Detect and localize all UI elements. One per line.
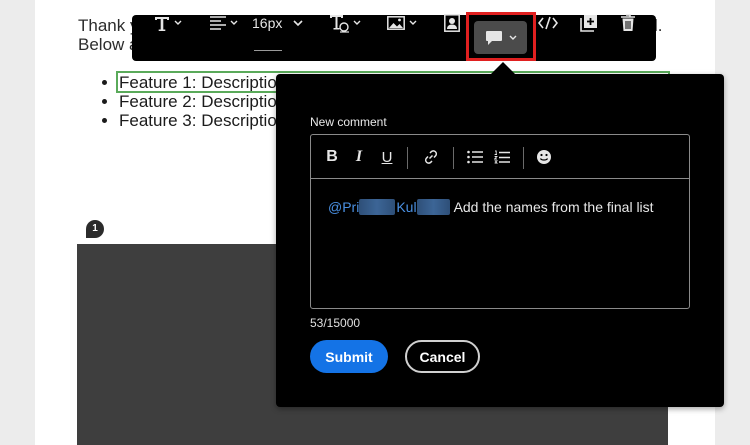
bullet-list-button[interactable] (464, 135, 486, 179)
divider (523, 147, 524, 169)
bullet-list-icon (467, 150, 483, 164)
numbered-list-button[interactable] (491, 135, 513, 179)
chevron-down-icon (174, 20, 182, 25)
chevron-down-icon (230, 20, 238, 25)
redacted-name (416, 199, 450, 215)
font-size-dropdown[interactable]: 16px (252, 0, 310, 46)
doc-paragraph: Thank y Below a (78, 16, 138, 54)
editor-format-bar: B I U (311, 135, 689, 179)
submit-button[interactable]: Submit (310, 340, 388, 373)
emoji-icon (537, 150, 551, 164)
image-icon (387, 16, 405, 30)
portrait-button[interactable] (440, 0, 464, 46)
character-counter: 53/15000 (310, 316, 361, 330)
chevron-down-icon (293, 19, 303, 26)
comment-text-area[interactable]: @Pri Kul Add the names from the final li… (328, 199, 654, 215)
italic-icon: I (355, 148, 363, 165)
text-style-icon (155, 16, 169, 31)
list-item[interactable]: Feature 2: Descriptio (119, 92, 279, 111)
text-color-icon (330, 14, 349, 33)
mention-text: Kul (396, 199, 417, 215)
trash-icon (621, 14, 635, 31)
chevron-down-icon (409, 20, 417, 25)
font-size-value: 16px (252, 15, 283, 31)
duplicate-button[interactable] (578, 0, 600, 46)
code-button[interactable] (536, 0, 560, 46)
divider (407, 147, 408, 169)
italic-button[interactable]: I (349, 135, 369, 179)
numbered-list-icon (494, 150, 510, 163)
portrait-icon (444, 14, 460, 32)
bold-icon: B (326, 148, 338, 165)
cancel-button[interactable]: Cancel (405, 340, 480, 373)
comment-editor[interactable]: B I U @Pri Kul Add the names from the fi… (310, 134, 690, 309)
underline-button[interactable]: U (376, 135, 398, 179)
redacted-name (359, 199, 396, 215)
font-size-underline (254, 50, 282, 51)
delete-button[interactable] (617, 0, 639, 46)
text-style-button[interactable] (150, 0, 186, 46)
image-button[interactable] (384, 0, 420, 46)
comment-marker[interactable]: 1 (86, 220, 104, 238)
comment-button-highlight (466, 12, 536, 61)
emoji-button[interactable] (533, 135, 555, 179)
list-item[interactable]: Feature 3: Descriptio (119, 111, 279, 130)
link-button[interactable] (419, 135, 443, 179)
align-button[interactable] (206, 0, 242, 46)
divider (453, 147, 454, 169)
mention-text: @Pri (328, 199, 360, 215)
underline-icon: U (381, 148, 393, 166)
paragraph-line-2: Below a (78, 35, 139, 54)
link-icon (424, 150, 438, 164)
text-color-button[interactable] (326, 0, 364, 46)
code-icon (538, 16, 558, 30)
chevron-down-icon (353, 20, 361, 25)
bold-button[interactable]: B (321, 135, 343, 179)
comment-body-text: Add the names from the final list (453, 199, 654, 215)
align-icon (210, 16, 226, 30)
paragraph-line-1: Thank y (78, 16, 139, 35)
duplicate-icon (580, 15, 597, 32)
popover-title: New comment (310, 115, 387, 129)
